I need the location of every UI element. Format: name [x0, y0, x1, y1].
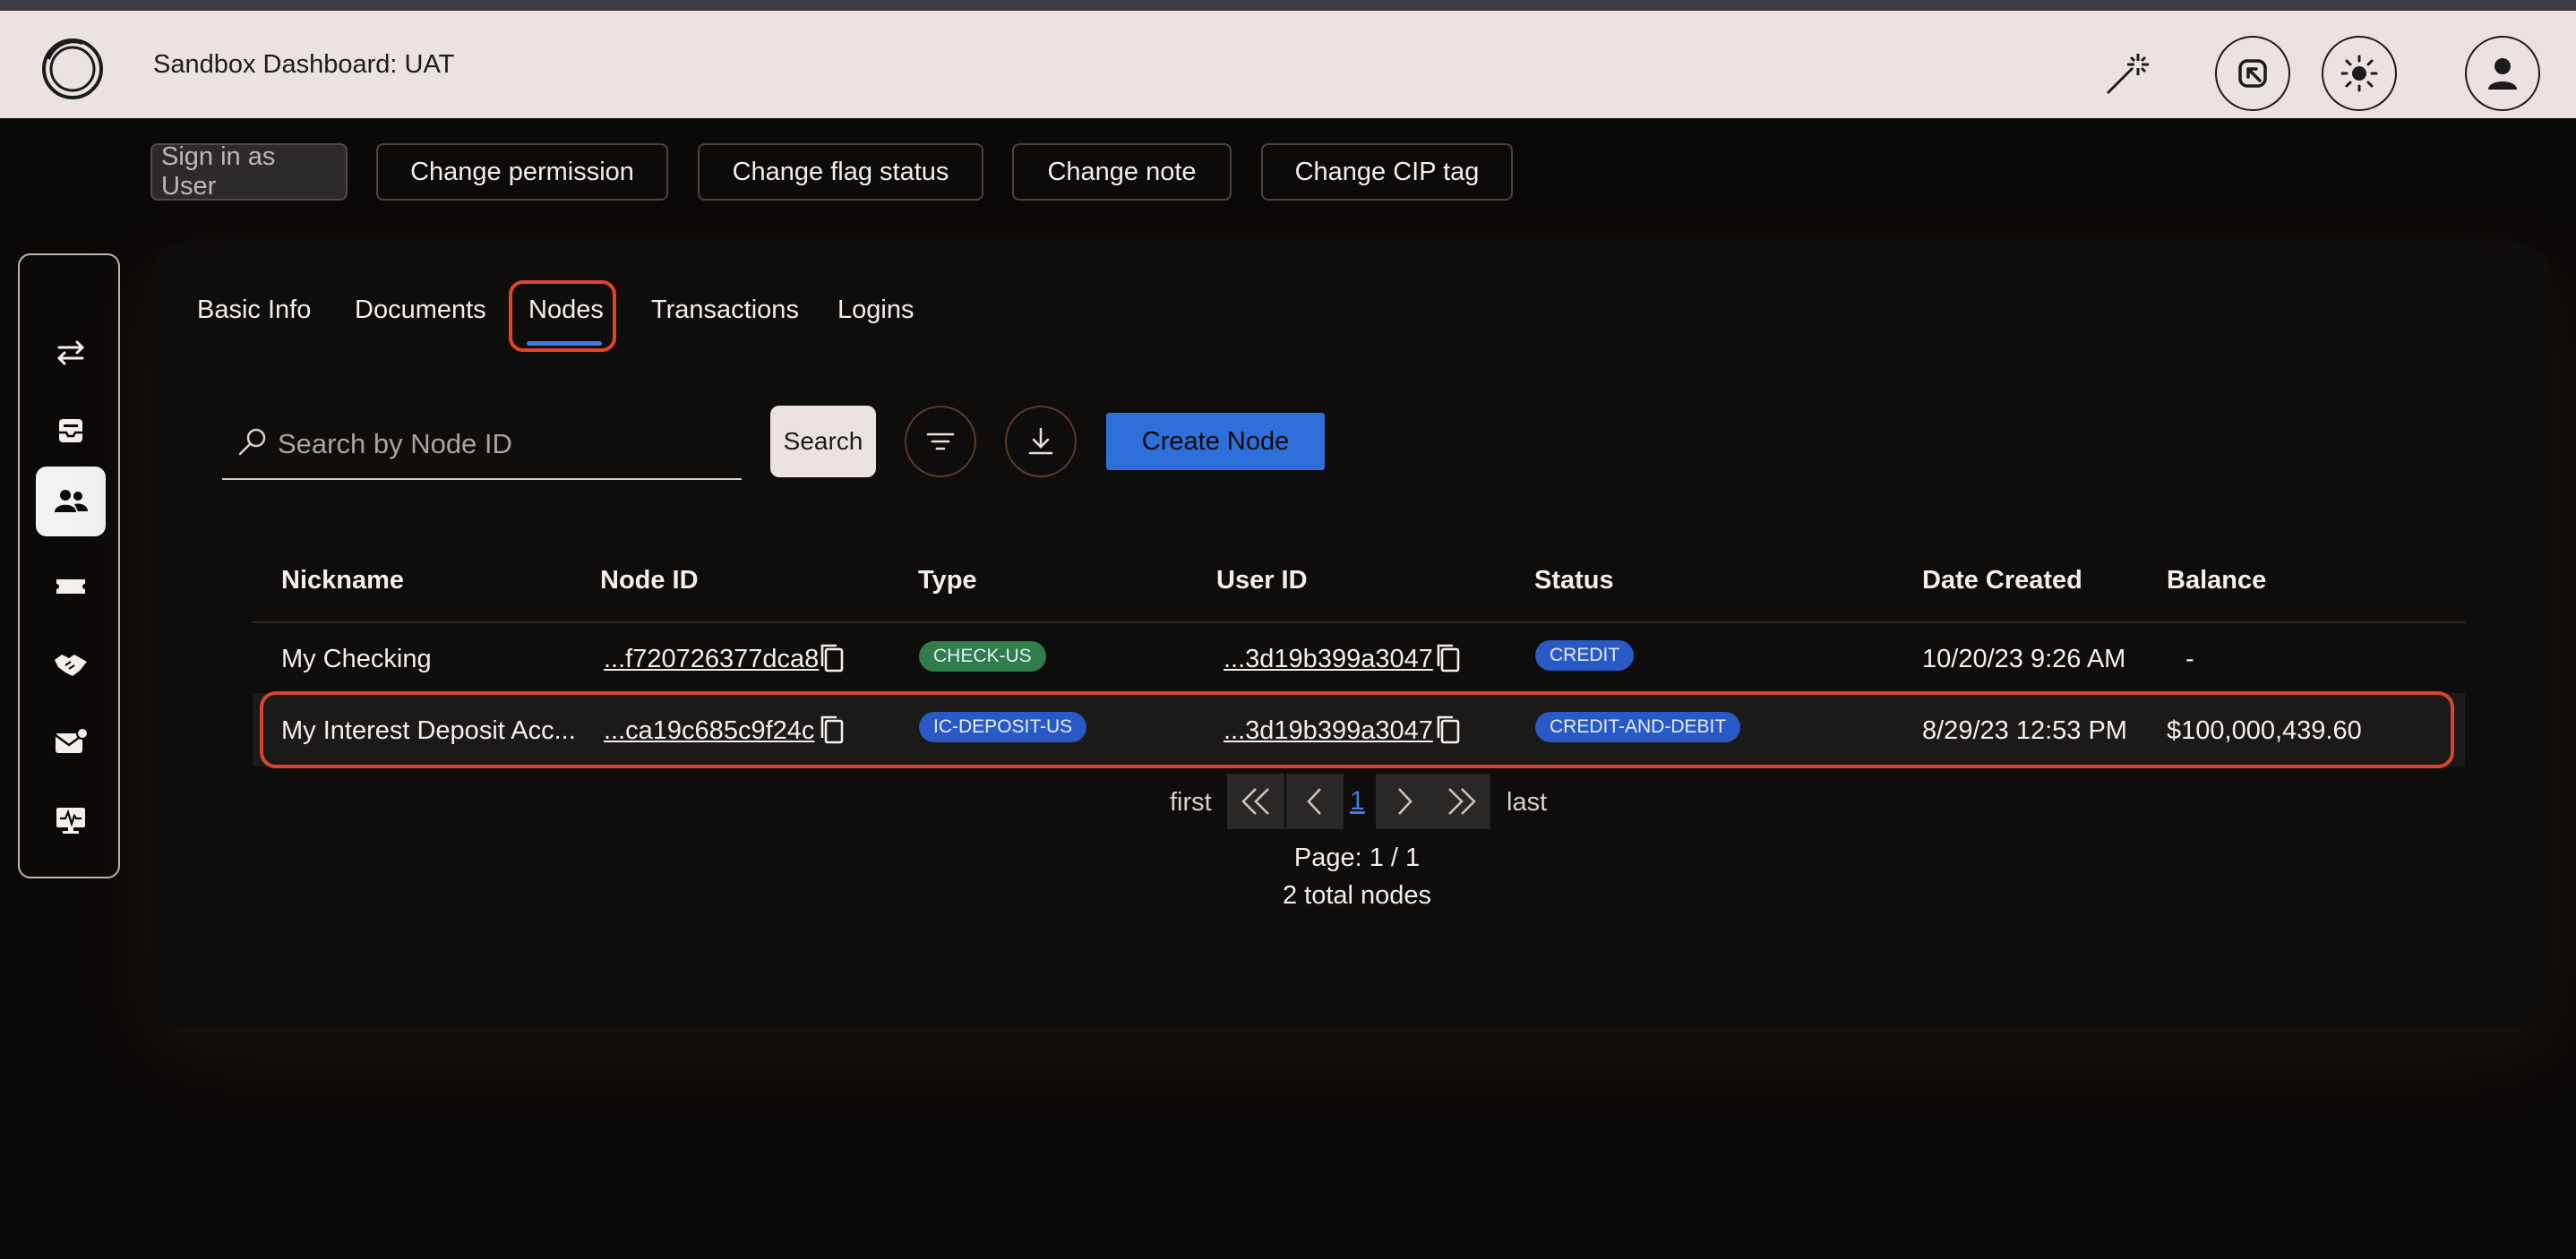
- tab-transactions[interactable]: Transactions: [651, 295, 799, 325]
- sidebar-item-messages[interactable]: [36, 707, 106, 777]
- search-bar: [222, 412, 742, 480]
- sidebar-item-users[interactable]: [36, 467, 106, 536]
- users-icon: [55, 490, 88, 512]
- inbox-icon: [59, 419, 82, 442]
- column-header-status[interactable]: Status: [1534, 566, 1614, 595]
- pagination-first[interactable]: first: [1170, 788, 1212, 818]
- sidebar-item-tickets[interactable]: [36, 552, 106, 621]
- sign-in-as-user-button[interactable]: Sign in as User: [150, 142, 348, 201]
- change-note-button[interactable]: Change note: [1012, 143, 1232, 201]
- pagination-current-page[interactable]: 1: [1350, 786, 1365, 817]
- mail-icon: [55, 727, 89, 753]
- pagination-first-button[interactable]: [1227, 774, 1284, 829]
- change-flag-status-button[interactable]: Change flag status: [698, 143, 983, 201]
- change-cip-tag-button[interactable]: Change CIP tag: [1261, 143, 1513, 201]
- column-header-nickname[interactable]: Nickname: [281, 566, 404, 595]
- exit-app-button[interactable]: [2215, 36, 2290, 111]
- sidebar: [18, 253, 120, 878]
- ticket-icon: [56, 579, 85, 594]
- sun-icon: [2340, 55, 2378, 92]
- search-button[interactable]: Search: [770, 406, 876, 477]
- search-input[interactable]: [276, 421, 736, 467]
- type-badge: CHECK-US: [919, 641, 1046, 672]
- copy-icon[interactable]: [817, 713, 847, 749]
- copy-icon[interactable]: [1433, 713, 1464, 749]
- column-header-type[interactable]: Type: [918, 566, 977, 595]
- tab-logins[interactable]: Logins: [837, 295, 914, 325]
- chevron-left-icon: [1307, 788, 1321, 815]
- filter-button[interactable]: [905, 406, 976, 477]
- cell-date-created: 10/20/23 9:26 AM: [1922, 645, 2126, 673]
- tab-documents[interactable]: Documents: [355, 295, 486, 325]
- sidebar-item-transfers[interactable]: [36, 318, 106, 388]
- total-nodes-count: 2 total nodes: [1282, 881, 1432, 910]
- filter-icon: [926, 433, 955, 450]
- double-chevron-left-icon: [1241, 788, 1269, 815]
- pagination-last[interactable]: last: [1507, 788, 1547, 818]
- pagination-last-button[interactable]: [1433, 774, 1490, 829]
- logo-icon[interactable]: [39, 36, 106, 102]
- column-header-balance[interactable]: Balance: [2167, 566, 2266, 595]
- cell-node-id-link[interactable]: ...f720726377dca8: [604, 645, 819, 674]
- app-title: Sandbox Dashboard: UAT: [153, 50, 455, 79]
- column-header-date-created[interactable]: Date Created: [1922, 566, 2082, 595]
- pagination-next-button[interactable]: [1376, 774, 1433, 829]
- user-icon: [2488, 58, 2517, 90]
- tab-basic-info[interactable]: Basic Info: [197, 295, 311, 325]
- cell-balance: $100,000,439.60: [2167, 716, 2362, 745]
- create-node-button[interactable]: Create Node: [1106, 413, 1325, 470]
- cell-nickname: My Checking: [281, 645, 432, 673]
- cell-nickname: My Interest Deposit Acc...: [281, 716, 576, 745]
- type-badge: IC-DEPOSIT-US: [919, 712, 1087, 742]
- tab-nodes[interactable]: Nodes: [528, 295, 604, 325]
- change-permission-button[interactable]: Change permission: [376, 143, 668, 201]
- cell-date-created: 8/29/23 12:53 PM: [1922, 716, 2127, 745]
- sidebar-item-monitoring[interactable]: [36, 785, 106, 855]
- copy-icon[interactable]: [1433, 641, 1464, 677]
- window-top-strip: [0, 0, 2576, 11]
- copy-icon[interactable]: [817, 641, 847, 677]
- exit-arrow-icon: [2238, 59, 2267, 88]
- cell-user-id-link[interactable]: ...3d19b399a3047: [1224, 645, 1433, 674]
- page-indicator: Page: 1 / 1: [1293, 844, 1421, 872]
- monitor-icon: [56, 808, 85, 834]
- sidebar-item-inbox[interactable]: [36, 396, 106, 466]
- theme-toggle-button[interactable]: [2322, 36, 2397, 111]
- user-menu-button[interactable]: [2465, 36, 2540, 111]
- column-header-user-id[interactable]: User ID: [1216, 566, 1308, 595]
- search-icon: [238, 428, 266, 456]
- cell-balance: -: [2185, 645, 2194, 673]
- cell-node-id-link[interactable]: ...ca19c685c9f24c: [604, 716, 814, 746]
- chevron-right-icon: [1398, 788, 1413, 815]
- download-button[interactable]: [1005, 406, 1077, 477]
- status-badge: CREDIT-AND-DEBIT: [1535, 712, 1741, 742]
- pagination-prev-button[interactable]: [1286, 774, 1344, 829]
- handshake-icon: [55, 655, 87, 676]
- table-header-divider: [253, 621, 2465, 623]
- magic-wand-icon[interactable]: [2102, 48, 2152, 98]
- transfer-icon: [56, 340, 85, 365]
- app-header: Sandbox Dashboard: UAT: [0, 11, 2576, 118]
- download-icon: [1028, 427, 1053, 455]
- status-badge: CREDIT: [1535, 640, 1635, 671]
- active-tab-indicator: [527, 341, 602, 346]
- sidebar-item-partners[interactable]: [36, 630, 106, 699]
- cell-user-id-link[interactable]: ...3d19b399a3047: [1224, 716, 1433, 746]
- double-chevron-right-icon: [1448, 788, 1476, 815]
- column-header-node-id[interactable]: Node ID: [600, 566, 699, 595]
